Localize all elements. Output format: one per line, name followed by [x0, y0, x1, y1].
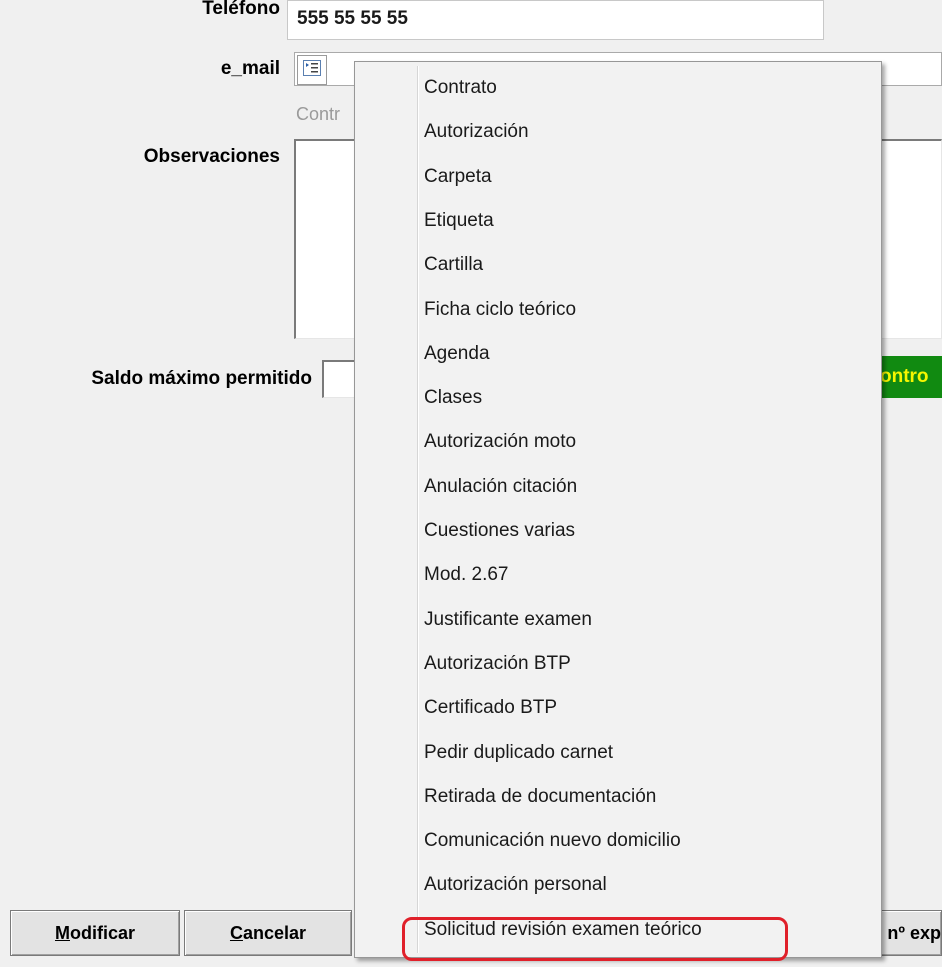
context-menu-item[interactable]: Justificante examen	[424, 598, 592, 642]
cancelar-accesskey: C	[229, 922, 243, 943]
context-menu-item[interactable]: Carpeta	[424, 155, 492, 199]
cancelar-label: ancelar	[242, 922, 307, 943]
menu-list-icon	[303, 59, 321, 81]
context-menu-item[interactable]: Anulación citación	[424, 465, 577, 509]
context-menu-item[interactable]: Cuestiones varias	[424, 509, 575, 553]
context-menu-item[interactable]: Cartilla	[424, 243, 483, 287]
modificar-label: odificar	[69, 922, 135, 943]
telefono-value: 555 55 55 55	[297, 8, 408, 29]
context-menu-item[interactable]: Mod. 2.67	[424, 553, 509, 597]
context-menu-item[interactable]: Certificado BTP	[424, 686, 557, 730]
context-menu-item[interactable]: Autorización BTP	[424, 642, 571, 686]
cancelar-button[interactable]: Cancelar	[184, 910, 352, 956]
telefono-label: Teléfono	[202, 0, 280, 19]
context-menu-item[interactable]: Autorización personal	[424, 863, 607, 907]
modificar-accesskey: M	[54, 922, 70, 943]
saldo-label: Saldo máximo permitido	[91, 368, 312, 389]
context-menu-item[interactable]: Clases	[424, 376, 482, 420]
context-menu-item[interactable]: Autorización moto	[424, 420, 576, 464]
email-label: e_mail	[220, 58, 280, 79]
modificar-button[interactable]: Modificar	[10, 910, 180, 956]
context-menu-item[interactable]: Comunicación nuevo domicilio	[424, 819, 681, 863]
context-menu-item[interactable]: Pedir duplicado carnet	[424, 731, 613, 775]
expediente-label: nº exp	[887, 922, 941, 943]
context-menu-item[interactable]: Agenda	[424, 332, 490, 376]
highlight-annotation	[402, 917, 788, 961]
context-menu-item[interactable]: Retirada de documentación	[424, 775, 656, 819]
email-hint-text: Contr	[296, 104, 341, 124]
menu-icon-column-separator	[417, 66, 419, 953]
observaciones-label: Observaciones	[143, 146, 280, 167]
control-badge[interactable]: ontro	[876, 356, 942, 398]
context-menu-item[interactable]: Contrato	[424, 66, 497, 110]
context-menu-item[interactable]: Etiqueta	[424, 199, 494, 243]
email-action-button[interactable]	[297, 55, 327, 85]
context-menu-item[interactable]: Ficha ciclo teórico	[424, 288, 576, 332]
context-menu-item[interactable]: Autorización	[424, 110, 529, 154]
